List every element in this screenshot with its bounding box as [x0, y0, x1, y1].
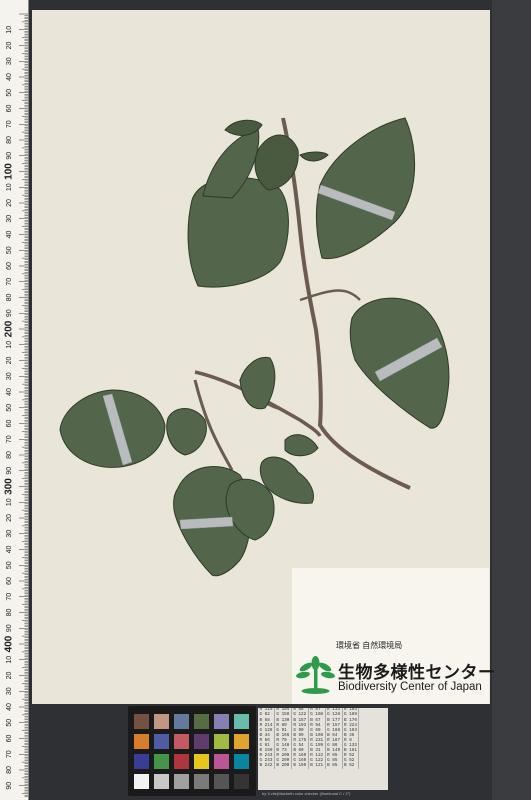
tree-logo-icon [296, 656, 335, 694]
leaf [284, 434, 319, 457]
color-swatch [174, 734, 189, 749]
color-swatch [214, 774, 229, 789]
color-swatch [234, 754, 249, 769]
color-swatch [154, 754, 169, 769]
rgb-values-table: R 115 R 194 R 98 R 87 R 133 R 103 G 82 G 150 G 1… [258, 708, 360, 769]
color-swatch [234, 774, 249, 789]
color-swatch [214, 754, 229, 769]
color-value-sheet: R 115 R 194 R 98 R 87 R 133 R 103 G 82 G 150 G 1… [258, 708, 388, 790]
color-swatch [174, 754, 189, 769]
center-name-english: Biodiversity Center of Japan [338, 681, 482, 693]
table-row: B 242 B 200 B 160 B 121 B 85 B 52 [258, 763, 360, 769]
color-swatch [234, 734, 249, 749]
leaf [254, 134, 299, 191]
color-swatch [214, 734, 229, 749]
table-cell: B 85 [325, 764, 343, 769]
leaf [299, 151, 329, 162]
color-swatch [174, 714, 189, 729]
color-swatch [194, 774, 209, 789]
table-cell: B 242 [258, 763, 275, 769]
color-swatch [154, 714, 169, 729]
color-swatch [214, 714, 229, 729]
center-name-japanese: 生物多様性センター [338, 663, 496, 682]
color-swatch [134, 714, 149, 729]
color-swatch [174, 774, 189, 789]
color-swatch [194, 714, 209, 729]
table-cell: B 200 [274, 763, 292, 769]
table-cell: B 160 [291, 763, 309, 769]
color-swatch [154, 774, 169, 789]
color-swatch [154, 734, 169, 749]
color-swatch [134, 774, 149, 789]
color-swatch [234, 714, 249, 729]
checker-caption: by X-rite(Macbeth color checker (Illumin… [262, 791, 351, 796]
color-swatch [134, 754, 149, 769]
table-cell: B 121 [308, 763, 326, 769]
color-swatch [134, 734, 149, 749]
color-swatch [194, 754, 209, 769]
color-swatch [194, 734, 209, 749]
leaf [166, 408, 207, 456]
leaf [239, 356, 276, 410]
agency-name: 環境省 自然環境局 [336, 641, 403, 650]
color-checker-card [128, 706, 256, 796]
leaf [315, 117, 416, 260]
table-cell: B 52 [342, 764, 360, 769]
